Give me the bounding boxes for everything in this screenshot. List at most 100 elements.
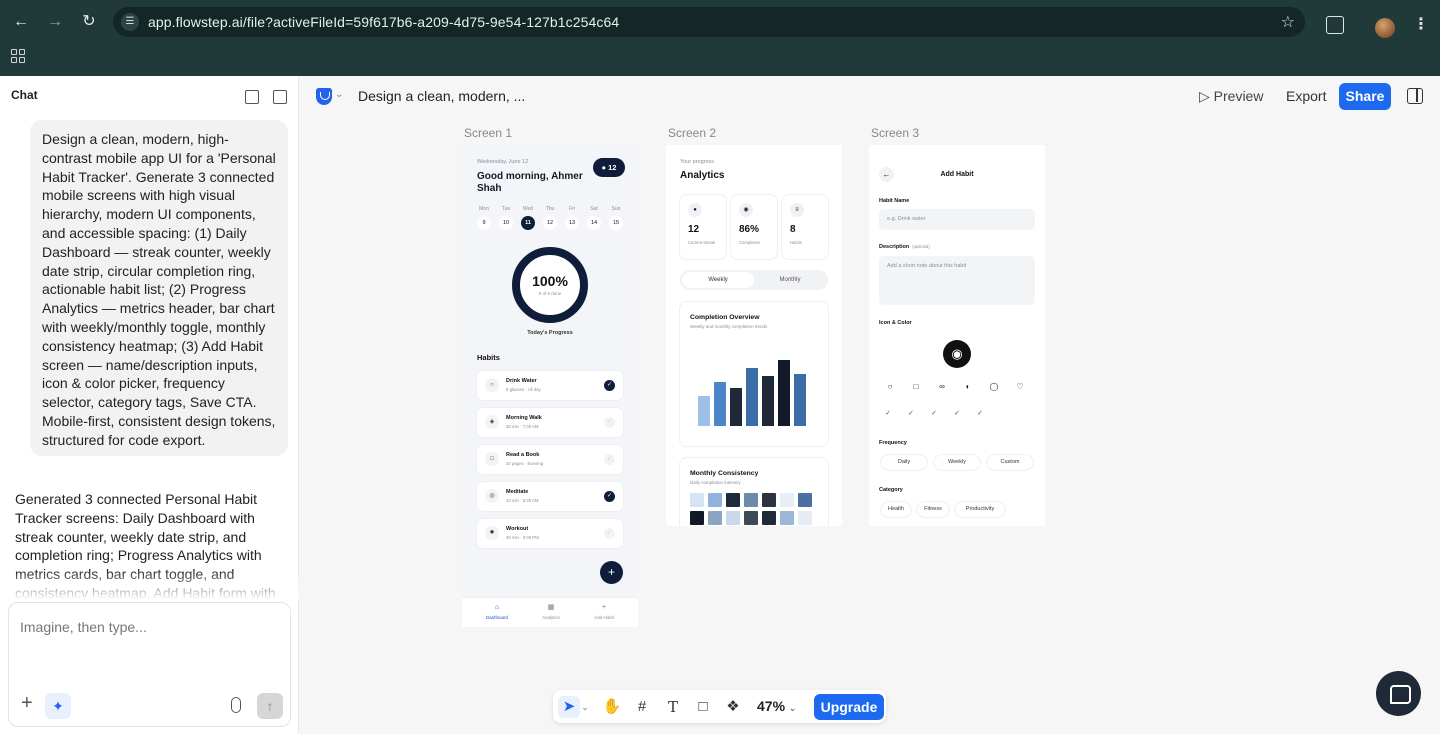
screen-2-analytics[interactable]: Your progress Analytics ● 12 Current Strea… [666,145,842,526]
frequency-daily[interactable]: Daily [881,455,927,470]
screen-3-add-habit[interactable]: ← Add Habit Habit Name e.g. Drink water … [869,145,1045,526]
back-icon[interactable]: ← [9,10,33,34]
habit-row[interactable]: ◈ Morning Walk 30 min · 7:00 AM ✓ [477,408,623,437]
tab-bar: ⌂ Dashboard ▦ Analytics + Add Habit [462,597,638,627]
export-button[interactable]: Export [1286,88,1326,104]
date-chip[interactable]: Thu 12 [542,206,558,230]
microphone-icon[interactable] [231,697,241,713]
streak-badge[interactable]: ● 12 [593,158,625,177]
tab-add-habit[interactable]: + Add Habit [584,603,624,620]
check-icon[interactable]: ✓ [604,528,615,539]
plus-icon: + [601,604,607,611]
collapse-panel-icon[interactable] [273,90,287,104]
send-button[interactable]: ↑ [257,693,283,719]
chevron-down-icon[interactable]: ⌄ [335,89,343,100]
chat-title: Chat [11,88,38,102]
color-swatch-check-icon[interactable]: ✓ [882,409,894,417]
habit-name-input[interactable]: e.g. Drink water [879,209,1035,230]
toggle-weekly[interactable]: Weekly [682,272,754,288]
project-title[interactable]: Design a clean, modern, ... [358,88,525,104]
date-chip[interactable]: Fri 13 [564,206,580,230]
frequency-custom[interactable]: Custom [987,455,1033,470]
habit-row[interactable]: □ Read a Book 20 pages · Evening ✓ [477,445,623,474]
habit-name: Meditate [506,489,529,495]
attach-plus-icon[interactable]: + [21,693,33,713]
help-chat-icon[interactable] [1376,671,1421,716]
check-icon[interactable]: ✓ [604,491,615,502]
extensions-icon[interactable] [1326,16,1344,34]
tab-analytics[interactable]: ▦ Analytics [531,603,571,620]
new-chat-icon[interactable] [245,90,259,104]
toggle-monthly[interactable]: Monthly [754,272,826,288]
ai-mode-icon[interactable]: ✦ [45,693,71,719]
period-toggle[interactable]: Weekly Monthly [680,270,828,290]
drop-icon[interactable]: ○ [884,382,896,391]
check-icon[interactable]: ✓ [604,417,615,428]
habit-sub: 45 min · 6:00 PM [506,535,539,540]
address-bar[interactable]: ☰ app.flowstep.ai/file?activeFileId=59f6… [113,7,1305,37]
description-input[interactable]: Add a short note about this habit [879,256,1035,305]
color-swatch-check-icon[interactable]: ✓ [928,409,940,417]
day-number: 14 [587,216,601,230]
date-chip[interactable]: Tue 10 [498,206,514,230]
habit-row[interactable]: ○ Drink Water 8 glasses · All day ✓ [477,371,623,400]
tab-label: Add Habit [594,615,614,620]
date-chip[interactable]: Sun 15 [608,206,624,230]
browser-menu-icon[interactable]: ⋮ [1413,14,1429,34]
zoom-level[interactable]: 47% ⌄ [757,698,796,714]
metric-icon: ● [688,203,702,217]
app-logo-icon[interactable] [316,88,332,105]
link-icon[interactable]: ∞ [936,382,948,391]
heart-icon[interactable]: ♡ [1014,382,1026,391]
tab-label: Dashboard [485,615,508,620]
check-icon[interactable]: ✓ [604,380,615,391]
chevron-down-icon[interactable]: ⌄ [579,696,591,718]
date-chip[interactable]: Mon 9 [476,206,492,230]
book-icon[interactable]: □ [910,382,922,391]
date-chip[interactable]: Sat 14 [586,206,602,230]
category-fitness[interactable]: Fitness [917,502,949,517]
side-panel-icon[interactable] [1407,88,1423,104]
heatmap-cell [690,493,704,507]
apps-grid-icon[interactable] [11,49,25,63]
upgrade-button[interactable]: Upgrade [814,694,884,720]
check-icon[interactable]: ✓ [604,454,615,465]
screen-1-dashboard[interactable]: Wednesday, June 12 Good morning, Ahmer S… [462,145,638,627]
chat-input[interactable]: Imagine, then type... [20,619,147,635]
frequency-weekly[interactable]: Weekly [934,455,980,470]
circle-icon[interactable]: ◯ [988,382,1000,391]
habit-icon: ○ [485,378,499,392]
profile-avatar[interactable] [1375,18,1395,38]
hand-icon[interactable]: ✋ [601,696,623,718]
bookmark-star-icon[interactable]: ☆ [1281,12,1295,32]
forward-icon[interactable]: → [43,10,67,34]
color-swatch-check-icon[interactable]: ✓ [905,409,917,417]
habit-row[interactable]: ✸ Workout 45 min · 6:00 PM ✓ [477,519,623,548]
category-health[interactable]: Health [881,502,911,517]
chat-composer[interactable]: Imagine, then type... + ✦ ↑ [8,602,291,727]
rectangle-icon[interactable]: □ [692,696,714,718]
date-chip[interactable]: Wed 11 [520,206,536,230]
color-swatch-check-icon[interactable]: ✓ [951,409,963,417]
metric-card: ≡ 8 Habits [782,195,828,259]
today-progress-label: Today's Progress [527,330,573,336]
habit-row[interactable]: ◎ Meditate 10 min · 6:30 AM ✓ [477,482,623,511]
share-button[interactable]: Share [1339,83,1391,110]
text-icon[interactable]: T [662,696,684,718]
moon-icon[interactable]: ◐ [962,382,974,391]
select-cursor-icon[interactable]: ➤ [558,696,580,718]
selected-icon[interactable]: ◉ [943,340,971,368]
add-habit-fab[interactable]: + [600,561,623,584]
screen-1-label: Screen 1 [464,126,513,140]
reload-icon[interactable]: ↻ [77,10,101,34]
tab-dashboard[interactable]: ⌂ Dashboard [477,603,517,620]
category-productivity[interactable]: Productivity [955,502,1005,517]
metric-icon: ≡ [790,203,804,217]
color-swatch-check-icon[interactable]: ✓ [974,409,986,417]
consistency-title: Monthly Consistency [690,470,759,477]
preview-button[interactable]: ▷ Preview [1199,88,1263,105]
components-icon[interactable]: ❖ [722,696,744,718]
frame-icon[interactable]: # [631,696,653,718]
metric-label: Completion [739,240,761,245]
site-settings-icon[interactable]: ☰ [121,13,139,31]
